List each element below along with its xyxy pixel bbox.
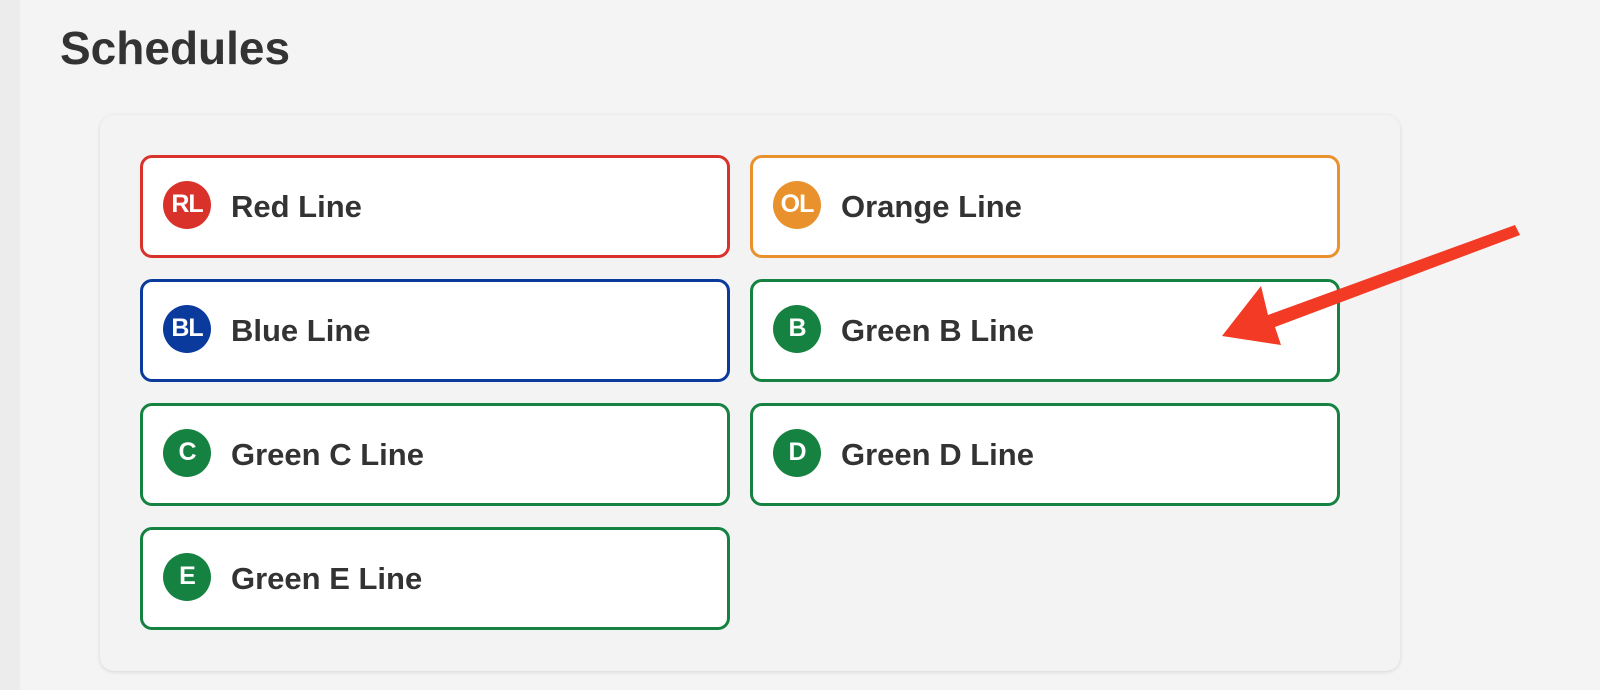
line-label: Green D Line — [841, 436, 1034, 472]
line-list-panel: RL Red Line OL Orange Line BL Blue Line … — [100, 115, 1400, 671]
line-label: Green B Line — [841, 312, 1034, 348]
line-card-orange[interactable]: OL Orange Line — [750, 155, 1340, 258]
line-card-green-b[interactable]: B Green B Line — [750, 279, 1340, 382]
line-label: Green E Line — [231, 560, 423, 596]
line-card-green-d[interactable]: D Green D Line — [750, 403, 1340, 506]
line-label: Green C Line — [231, 436, 424, 472]
line-label: Blue Line — [231, 312, 371, 348]
green-e-line-badge-icon: E — [163, 552, 211, 601]
page-title: Schedules — [60, 22, 291, 74]
green-d-line-badge-icon: D — [773, 428, 821, 477]
schedules-page: Schedules RL Red Line OL Orange Line BL … — [20, 0, 1600, 690]
blue-line-badge-icon: BL — [163, 304, 211, 353]
line-card-green-c[interactable]: C Green C Line — [140, 403, 730, 506]
green-b-line-badge-icon: B — [773, 304, 821, 353]
line-card-red[interactable]: RL Red Line — [140, 155, 730, 258]
green-c-line-badge-icon: C — [163, 428, 211, 477]
line-card-green-e[interactable]: E Green E Line — [140, 527, 730, 630]
orange-line-badge-icon: OL — [773, 180, 821, 229]
line-grid: RL Red Line OL Orange Line BL Blue Line … — [140, 155, 1340, 630]
red-line-badge-icon: RL — [163, 180, 211, 229]
line-label: Red Line — [231, 188, 362, 224]
line-card-blue[interactable]: BL Blue Line — [140, 279, 730, 382]
line-label: Orange Line — [841, 188, 1022, 224]
